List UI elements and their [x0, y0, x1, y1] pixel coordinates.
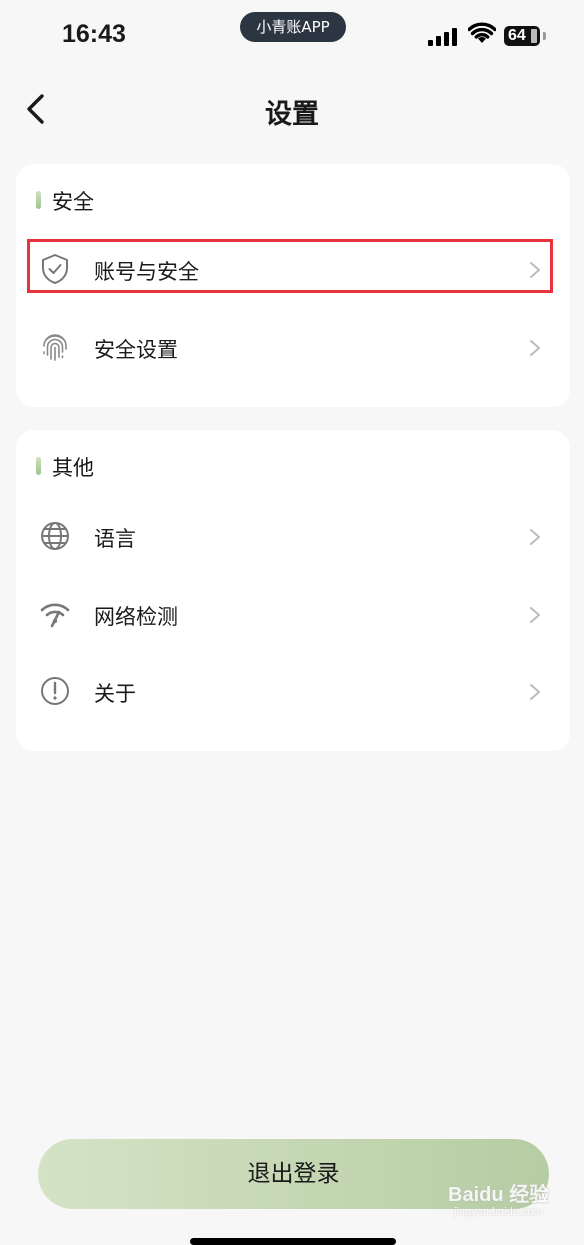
row-label: 语言 [94, 527, 136, 551]
row-label: 关于 [94, 682, 136, 706]
chevron-right-icon [530, 684, 540, 700]
status-time: 16:43 [62, 20, 126, 48]
section-accent-bar [36, 457, 41, 475]
page-title: 设置 [265, 99, 319, 130]
cellular-signal-icon [428, 26, 460, 46]
security-settings-row[interactable]: 安全设置 [16, 318, 570, 378]
section-accent-bar [36, 191, 41, 209]
nav-bar: 设置 [0, 78, 584, 142]
status-bar: 16:43 小青账APP 64 [0, 0, 584, 70]
watermark-brand: Baidu 经验 [448, 1184, 550, 1206]
language-row[interactable]: 语言 [16, 507, 570, 567]
home-indicator [190, 1238, 396, 1245]
other-section-card: 其他 语言 网络检测 关于 [16, 430, 570, 751]
battery-level: 64 [508, 27, 526, 44]
wifi-icon [468, 22, 496, 43]
section-title: 其他 [52, 456, 94, 480]
fingerprint-icon [43, 334, 67, 361]
row-label: 安全设置 [94, 338, 178, 362]
security-section-card: 安全 账号与安全 安全设置 [16, 164, 570, 407]
globe-icon [41, 522, 69, 550]
network-check-row[interactable]: 网络检测 [16, 585, 570, 645]
app-name-pill: 小青账APP [240, 12, 346, 42]
row-label: 网络检测 [94, 605, 178, 629]
chevron-right-icon [530, 340, 540, 356]
watermark-url: jingyan.baidu.com [454, 1206, 543, 1218]
info-exclamation-icon [41, 677, 69, 705]
highlight-box [27, 239, 553, 293]
about-row[interactable]: 关于 [16, 662, 570, 722]
chevron-right-icon [530, 529, 540, 545]
battery-indicator: 64 [504, 26, 546, 46]
section-title: 安全 [52, 190, 94, 214]
wifi-check-icon [40, 603, 70, 628]
baidu-watermark: Baidu 经验 jingyan.baidu.com [448, 1178, 558, 1226]
chevron-right-icon [530, 607, 540, 623]
